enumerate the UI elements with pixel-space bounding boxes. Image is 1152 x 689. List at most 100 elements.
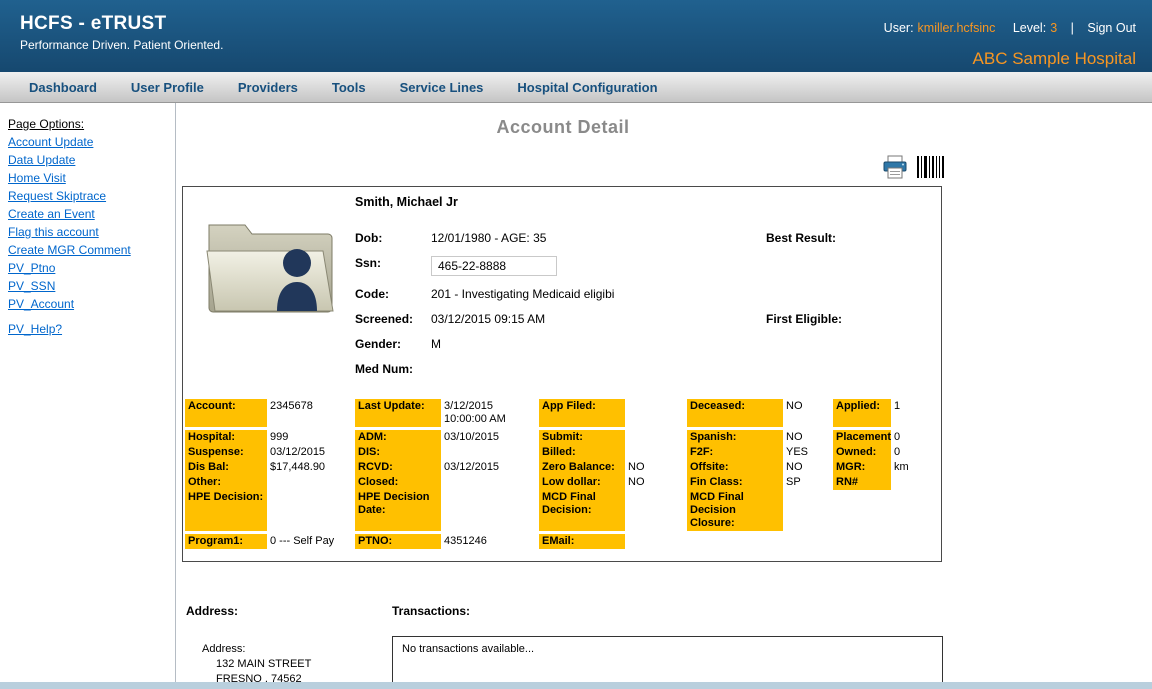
sidebar-item-pv-ssn[interactable]: PV_SSN bbox=[8, 279, 171, 293]
user-value: kmiller.hcfsinc bbox=[918, 21, 996, 35]
transactions-section: Transactions: No transactions available.… bbox=[392, 604, 944, 682]
sidebar-item-pv-account[interactable]: PV_Account bbox=[8, 297, 171, 311]
field-value: 03/12/2015 bbox=[267, 445, 355, 460]
transactions-empty-text: No transactions available... bbox=[402, 643, 534, 655]
field-label: Program1: bbox=[185, 534, 267, 549]
barcode-icon[interactable] bbox=[916, 155, 944, 179]
main-area: Account Detail bbox=[176, 103, 1152, 682]
field-row-ssn: Ssn: bbox=[355, 256, 941, 276]
field-value bbox=[267, 490, 355, 531]
field-label: EMail: bbox=[539, 534, 625, 549]
ssn-field[interactable] bbox=[431, 256, 557, 276]
field-label: PTNO: bbox=[355, 534, 441, 549]
field-value: 0 --- Self Pay bbox=[267, 534, 355, 549]
mednum-label: Med Num: bbox=[355, 362, 413, 376]
field-label: Submit: bbox=[539, 430, 625, 445]
address-block: Address: 132 MAIN STREET FRESNO , 74562 … bbox=[186, 642, 392, 682]
field-row-dob: Dob: 12/01/1980 - AGE: 35 Best Result: bbox=[355, 231, 941, 245]
sidebar-item-home-visit[interactable]: Home Visit bbox=[8, 171, 171, 185]
page-title: Account Detail bbox=[182, 117, 944, 138]
field-value bbox=[891, 475, 939, 490]
screened-value: 03/12/2015 09:15 AM bbox=[431, 312, 766, 326]
screened-label: Screened: bbox=[355, 312, 431, 326]
field-label: MGR: bbox=[833, 460, 891, 475]
sidebar-item-data-update[interactable]: Data Update bbox=[8, 153, 171, 167]
field-label: Spanish: bbox=[687, 430, 783, 445]
field-label: App Filed: bbox=[539, 399, 625, 427]
detail-table-row: Hospital:999ADM:03/10/2015Submit:Spanish… bbox=[185, 430, 939, 445]
app-header: HCFS - eTRUST Performance Driven. Patien… bbox=[0, 0, 1152, 72]
detail-table-row: HPE Decision: HPE Decision Date: MCD Final… bbox=[185, 490, 939, 531]
field-value: NO bbox=[783, 399, 833, 427]
user-info: User: kmiller.hcfsinc Level: 3 | Sign Out bbox=[880, 21, 1136, 35]
sign-out-link[interactable]: Sign Out bbox=[1087, 21, 1136, 35]
user-label: User: bbox=[884, 21, 914, 35]
action-icons bbox=[182, 154, 944, 180]
dob-value: 12/01/1980 - AGE: 35 bbox=[431, 231, 766, 245]
separator: | bbox=[1071, 21, 1074, 35]
field-value: 03/12/2015 bbox=[441, 460, 539, 475]
field-label: MCD Final Decision Closure: bbox=[687, 490, 783, 531]
nav-item-hospital-configuration[interactable]: Hospital Configuration bbox=[500, 80, 674, 95]
detail-table-body: Account:2345678Last Update:3/12/2015 10:… bbox=[185, 399, 939, 549]
field-label bbox=[833, 534, 891, 549]
address-line1: 132 MAIN STREET bbox=[202, 657, 392, 672]
field-value: $17,448.90 bbox=[267, 460, 355, 475]
field-value bbox=[267, 475, 355, 490]
sidebar-item-pv-help[interactable]: PV_Help? bbox=[8, 322, 171, 336]
patient-detail-box: Smith, Michael Jr Dob: 12/01/1980 - AGE:… bbox=[182, 186, 942, 562]
level-value: 3 bbox=[1050, 21, 1057, 35]
field-value bbox=[625, 399, 687, 427]
address-section: Address: Address: 132 MAIN STREET FRESNO… bbox=[182, 604, 392, 682]
field-label: Placement: bbox=[833, 430, 891, 445]
detail-table-row: Dis Bal:$17,448.90RCVD:03/12/2015Zero Ba… bbox=[185, 460, 939, 475]
sidebar-item-flag-this-account[interactable]: Flag this account bbox=[8, 225, 171, 239]
field-label bbox=[833, 490, 891, 531]
gender-label: Gender: bbox=[355, 337, 431, 351]
sidebar-item-account-update[interactable]: Account Update bbox=[8, 135, 171, 149]
sidebar: Page Options: Account UpdateData UpdateH… bbox=[0, 103, 176, 682]
patient-name: Smith, Michael Jr bbox=[355, 195, 941, 209]
field-label: Offsite: bbox=[687, 460, 783, 475]
field-value bbox=[625, 430, 687, 445]
best-result-label: Best Result: bbox=[766, 231, 836, 245]
patient-folder-icon bbox=[183, 193, 355, 387]
nav-item-tools[interactable]: Tools bbox=[315, 80, 383, 95]
field-value bbox=[441, 475, 539, 490]
field-label: Low dollar: bbox=[539, 475, 625, 490]
code-label: Code: bbox=[355, 287, 431, 301]
sidebar-item-create-mgr-comment[interactable]: Create MGR Comment bbox=[8, 243, 171, 257]
field-value: 3/12/2015 10:00:00 AM bbox=[441, 399, 539, 427]
field-row-gender: Gender: M bbox=[355, 337, 941, 351]
field-value bbox=[783, 490, 833, 531]
sidebar-item-request-skiptrace[interactable]: Request Skiptrace bbox=[8, 189, 171, 203]
field-value: 0 bbox=[891, 430, 939, 445]
ssn-label: Ssn: bbox=[355, 256, 431, 270]
field-value bbox=[891, 534, 939, 549]
field-label: F2F: bbox=[687, 445, 783, 460]
printer-icon[interactable] bbox=[882, 155, 908, 180]
nav-item-service-lines[interactable]: Service Lines bbox=[383, 80, 501, 95]
field-label: Deceased: bbox=[687, 399, 783, 427]
field-value: km bbox=[891, 460, 939, 475]
nav-item-providers[interactable]: Providers bbox=[221, 80, 315, 95]
field-label: HPE Decision: bbox=[185, 490, 267, 531]
transactions-box: No transactions available... bbox=[392, 636, 943, 682]
sidebar-item-create-an-event[interactable]: Create an Event bbox=[8, 207, 171, 221]
level-label: Level: bbox=[1013, 21, 1046, 35]
field-label: Closed: bbox=[355, 475, 441, 490]
field-label: Other: bbox=[185, 475, 267, 490]
sidebar-item-pv-ptno[interactable]: PV_Ptno bbox=[8, 261, 171, 275]
nav-item-dashboard[interactable]: Dashboard bbox=[12, 80, 114, 95]
account-detail-table: Account:2345678Last Update:3/12/2015 10:… bbox=[185, 399, 939, 549]
field-label: DIS: bbox=[355, 445, 441, 460]
field-label: HPE Decision Date: bbox=[355, 490, 441, 531]
field-label bbox=[687, 534, 783, 549]
nav-item-user-profile[interactable]: User Profile bbox=[114, 80, 221, 95]
field-label: Fin Class: bbox=[687, 475, 783, 490]
field-value bbox=[625, 534, 687, 549]
patient-summary: Smith, Michael Jr Dob: 12/01/1980 - AGE:… bbox=[183, 187, 941, 387]
field-value: 2345678 bbox=[267, 399, 355, 427]
hospital-name: ABC Sample Hospital bbox=[973, 49, 1136, 69]
field-row-code: Code: 201 - Investigating Medicaid eligi… bbox=[355, 287, 941, 301]
